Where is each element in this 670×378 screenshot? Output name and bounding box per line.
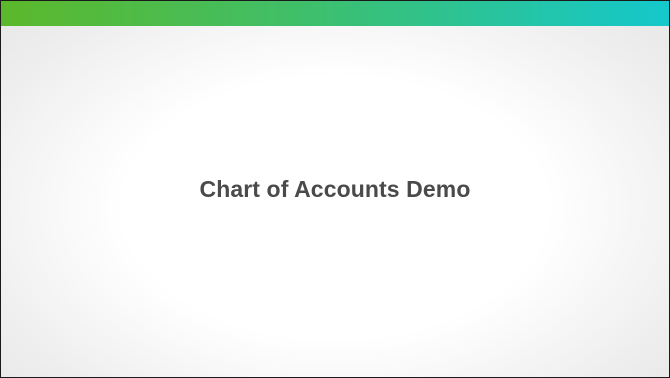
slide-title: Chart of Accounts Demo (199, 176, 471, 202)
slide: Chart of Accounts Demo (0, 0, 670, 378)
accent-gradient-bar (1, 1, 669, 26)
